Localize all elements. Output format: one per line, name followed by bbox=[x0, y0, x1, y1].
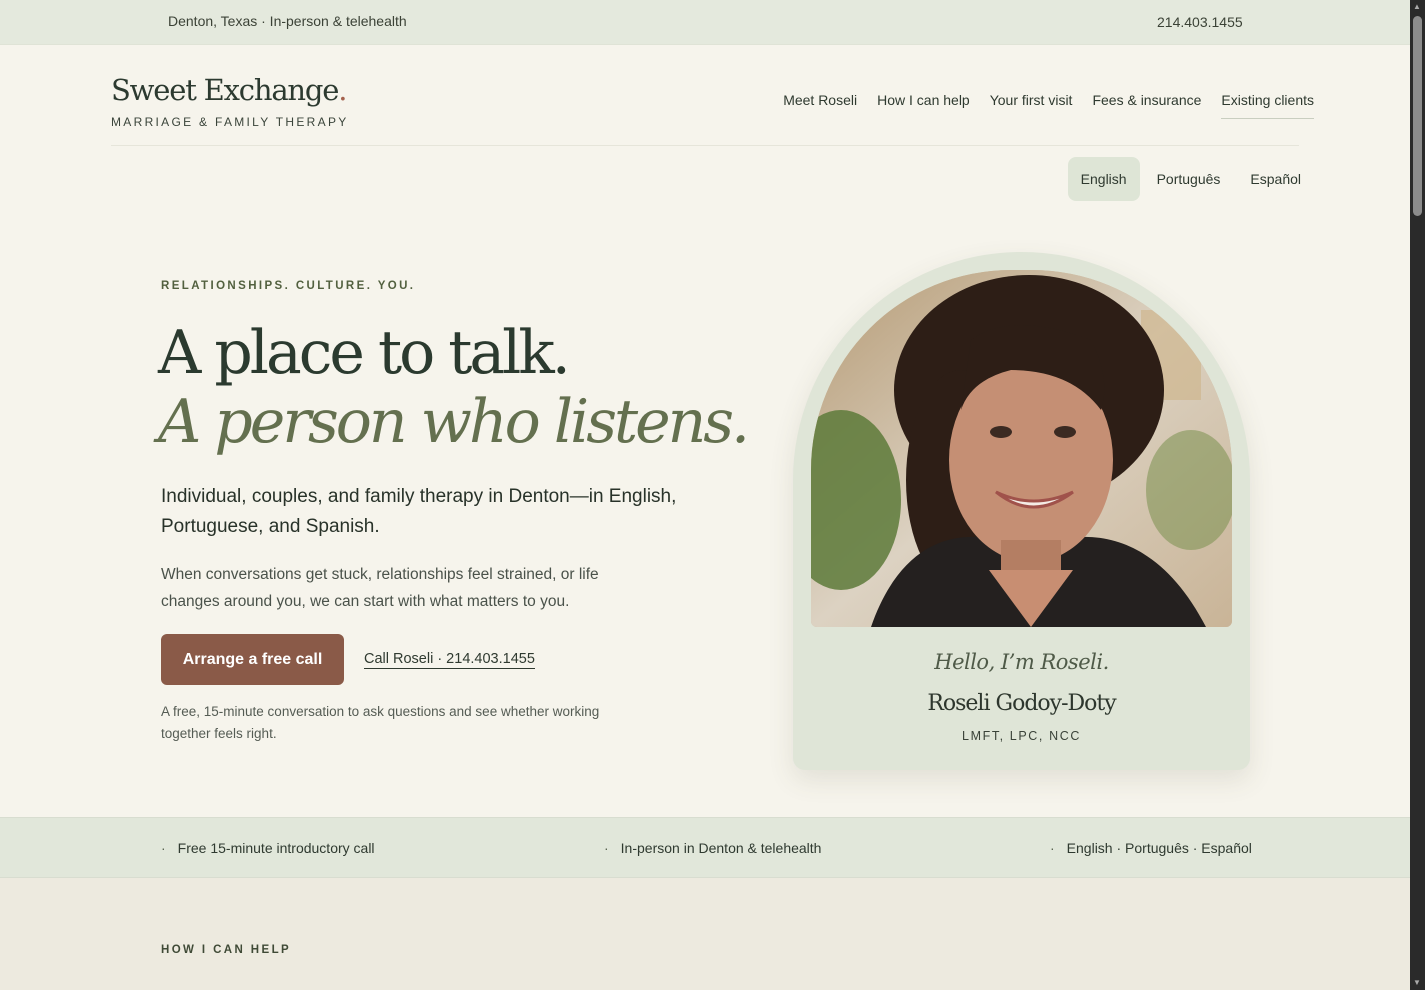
profile-name: Roseli Godoy-Doty bbox=[927, 691, 1116, 716]
headline-line-2: A person who listens. bbox=[158, 387, 750, 457]
nav-fees-insurance[interactable]: Fees & insurance bbox=[1092, 92, 1201, 119]
how-i-can-help-section: HOW I CAN HELP bbox=[0, 878, 1410, 990]
cta-note: A free, 15-minute conversation to ask qu… bbox=[161, 704, 600, 741]
feature-item: · In-person in Denton & telehealth bbox=[604, 840, 822, 856]
scroll-up-arrow-icon[interactable]: ▲ bbox=[1413, 2, 1421, 11]
nav-existing-clients[interactable]: Existing clients bbox=[1221, 92, 1314, 119]
logo[interactable]: Sweet Exchange. MARRIAGE & FAMILY THERAP… bbox=[111, 72, 349, 129]
portrait-illustration bbox=[811, 270, 1232, 627]
lang-espanol[interactable]: Español bbox=[1237, 157, 1314, 201]
nav-meet-roseli[interactable]: Meet Roseli bbox=[783, 92, 857, 119]
bullet-icon: · bbox=[1050, 840, 1055, 856]
bullet-icon: · bbox=[161, 840, 166, 856]
scroll-down-arrow-icon[interactable]: ▼ bbox=[1413, 978, 1421, 987]
roseli-portrait-photo bbox=[811, 270, 1232, 627]
profile-credentials: LMFT, LPC, NCC bbox=[962, 729, 1081, 743]
language-switcher: English Português Español bbox=[1067, 157, 1314, 201]
arrange-free-call-button[interactable]: Arrange a free call bbox=[161, 634, 344, 685]
nav-how-i-can-help[interactable]: How I can help bbox=[877, 92, 970, 119]
feature-strip: · Free 15-minute introductory call · In-pe… bbox=[0, 817, 1410, 878]
profile-greeting: Hello, I’m Roseli. bbox=[934, 650, 1109, 674]
page-scrollbar[interactable]: ▲ ▼ bbox=[1410, 0, 1425, 990]
brand-name: Sweet Exchange. bbox=[111, 73, 347, 107]
bullet-icon: · bbox=[604, 840, 609, 856]
hero-lead: Individual, couples, and family therapy … bbox=[161, 486, 677, 537]
brand-subtitle: MARRIAGE & FAMILY THERAPY bbox=[111, 115, 349, 129]
hero-body: When conversations get stuck, relationsh… bbox=[161, 566, 599, 610]
lang-portugues[interactable]: Português bbox=[1144, 157, 1234, 201]
section-eyebrow: HOW I CAN HELP bbox=[161, 944, 292, 956]
profile-card: Hello, I’m Roseli. Roseli Godoy-Doty LMF… bbox=[793, 252, 1250, 770]
brand-dot: . bbox=[338, 73, 347, 107]
scrollbar-thumb[interactable] bbox=[1413, 16, 1422, 216]
top-phone-link[interactable]: 214.403.1455 bbox=[1157, 14, 1243, 30]
location-text: Denton, Texas · In-person & telehealth bbox=[168, 13, 407, 29]
headline-line-1: A place to talk. bbox=[158, 318, 571, 388]
feature-item: · Free 15-minute introductory call bbox=[161, 840, 375, 856]
top-bar: Denton, Texas · In-person & telehealth 2… bbox=[0, 0, 1410, 45]
lang-english[interactable]: English bbox=[1067, 157, 1140, 201]
main-nav: Meet Roseli How I can help Your first vi… bbox=[783, 92, 1314, 119]
feature-item: · English · Português · Español bbox=[1050, 840, 1252, 856]
call-roseli-link[interactable]: Call Roseli · 214.403.1455 bbox=[364, 651, 535, 669]
header-divider bbox=[111, 145, 1299, 146]
hero-eyebrow: RELATIONSHIPS. CULTURE. YOU. bbox=[161, 280, 416, 292]
nav-your-first-visit[interactable]: Your first visit bbox=[990, 92, 1073, 119]
hero-headline: A place to talk. A person who listens. bbox=[158, 318, 750, 457]
